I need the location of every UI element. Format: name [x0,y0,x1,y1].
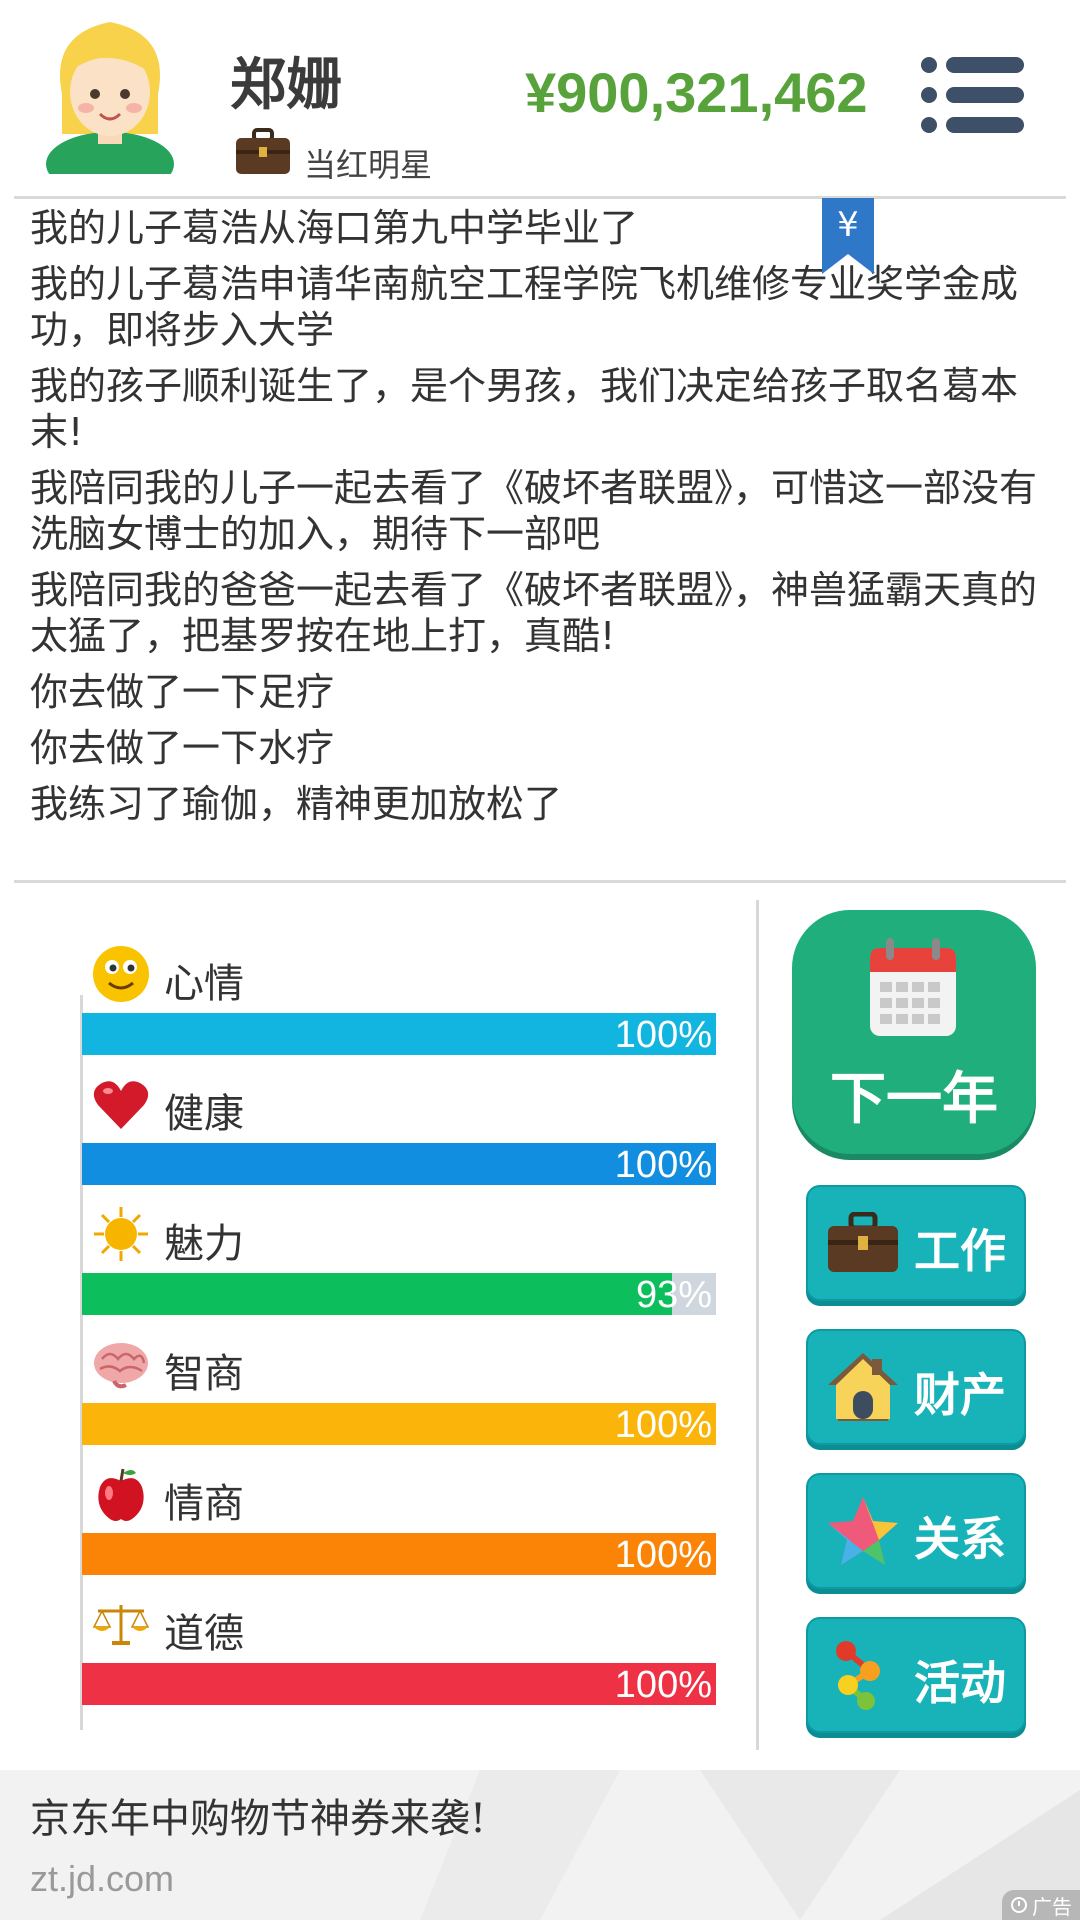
event-item: 我练习了瑜伽，精神更加放松了 [30,782,563,826]
stat-percent: 100% [614,1144,712,1185]
scales-icon [92,1595,150,1653]
bookmark-symbol: ¥ [837,205,859,245]
stat-morality: 道德 100% [80,1595,716,1725]
stat-percent: 100% [614,1664,712,1705]
next-year-button[interactable]: 下一年 [792,910,1036,1154]
stat-eq: 情商 100% [80,1465,716,1595]
bookmark-icon[interactable]: ¥ [822,198,874,274]
ad-url[interactable]: zt.jd.com [30,1858,174,1900]
stat-bar: 100% [82,1403,716,1445]
smiley-icon [92,945,150,1003]
sun-icon [92,1205,150,1263]
stat-bar: 93% [82,1273,716,1315]
activities-button[interactable]: 活动 [806,1617,1026,1733]
stat-name: 健康 [164,1091,244,1137]
star-icon [826,1495,900,1567]
calendar-icon [870,938,956,1036]
next-year-label: 下一年 [830,1067,998,1132]
stat-name: 魅力 [164,1221,244,1267]
player-name: 郑姗 [230,53,342,118]
event-item: 我陪同我的爸爸一起去看了《破坏者联盟》，神兽猛霸天真的太猛了，把基罗按在地上打，… [30,568,1038,658]
activities-label: 活动 [914,1656,1006,1710]
property-label: 财产 [914,1368,1006,1422]
stat-bar: 100% [82,1663,716,1705]
work-label: 工作 [914,1224,1006,1278]
relations-button[interactable]: 关系 [806,1473,1026,1589]
brain-icon [92,1335,150,1393]
avatar[interactable] [40,14,180,174]
stat-percent: 100% [614,1534,712,1575]
stat-name: 心情 [164,961,244,1007]
briefcase-icon [236,128,290,174]
occupation-label: 当红明星 [304,146,433,184]
stat-mood: 心情 100% [80,945,716,1075]
stat-percent: 100% [614,1404,712,1445]
activity-dots-icon [826,1639,900,1711]
event-item: 我的孩子顺利诞生了，是个男孩，我们决定给孩子取名葛本末! [30,364,1019,454]
money-display: ¥900,321,462 [525,61,868,124]
header: 郑姗 当红明星 ¥900,321,462 [0,0,1080,196]
stat-name: 道德 [164,1611,244,1657]
stat-bar: 100% [82,1143,716,1185]
property-button[interactable]: 财产 [806,1329,1026,1445]
ad-banner[interactable]: 京东年中购物节神券来袭! zt.jd.com 广告 [0,1770,1080,1920]
event-item: 我的儿子葛浩从海口第九中学毕业了 [30,206,639,250]
apple-icon [92,1465,150,1523]
work-button[interactable]: 工作 [806,1185,1026,1301]
heart-icon [92,1075,150,1133]
event-item: 你去做了一下足疗 [30,670,335,714]
event-item: 你去做了一下水疗 [30,726,335,770]
stat-name: 情商 [164,1481,244,1527]
briefcase-icon [826,1207,900,1279]
event-item: 我陪同我的儿子一起去看了《破坏者联盟》，可惜这一部没有洗脑女博士的加入，期待下一… [30,466,1038,556]
house-icon [826,1351,900,1423]
ad-badge-label: 广告 [1032,1894,1072,1919]
stats-panel: 心情 100% 健康 100% 魅力 93% 智商 100% 情商 100% 道… [80,945,720,1730]
ad-info-icon [1011,1897,1027,1913]
event-item: 我的儿子葛浩申请华南航空工程学院飞机维修专业奖学金成功，即将步入大学 [30,262,1019,352]
stat-percent: 100% [614,1014,712,1055]
header-divider [14,196,1066,199]
stat-name: 智商 [164,1351,244,1397]
stat-percent: 93% [635,1274,712,1315]
relations-label: 关系 [914,1512,1006,1566]
ad-title[interactable]: 京东年中购物节神券来袭! [30,1786,486,1844]
stat-health: 健康 100% [80,1075,716,1205]
stat-bar: 100% [82,1533,716,1575]
stat-charm: 魅力 93% [80,1205,716,1335]
stat-bar: 100% [82,1013,716,1055]
event-log: 我的儿子葛浩从海口第九中学毕业了 我的儿子葛浩申请华南航空工程学院飞机维修专业奖… [30,205,1040,837]
menu-icon[interactable] [920,56,1024,134]
stat-iq: 智商 100% [80,1335,716,1465]
column-divider [756,900,759,1750]
section-divider [14,880,1066,883]
ad-badge[interactable]: 广告 [1002,1890,1080,1920]
stat-fill [82,1273,672,1315]
